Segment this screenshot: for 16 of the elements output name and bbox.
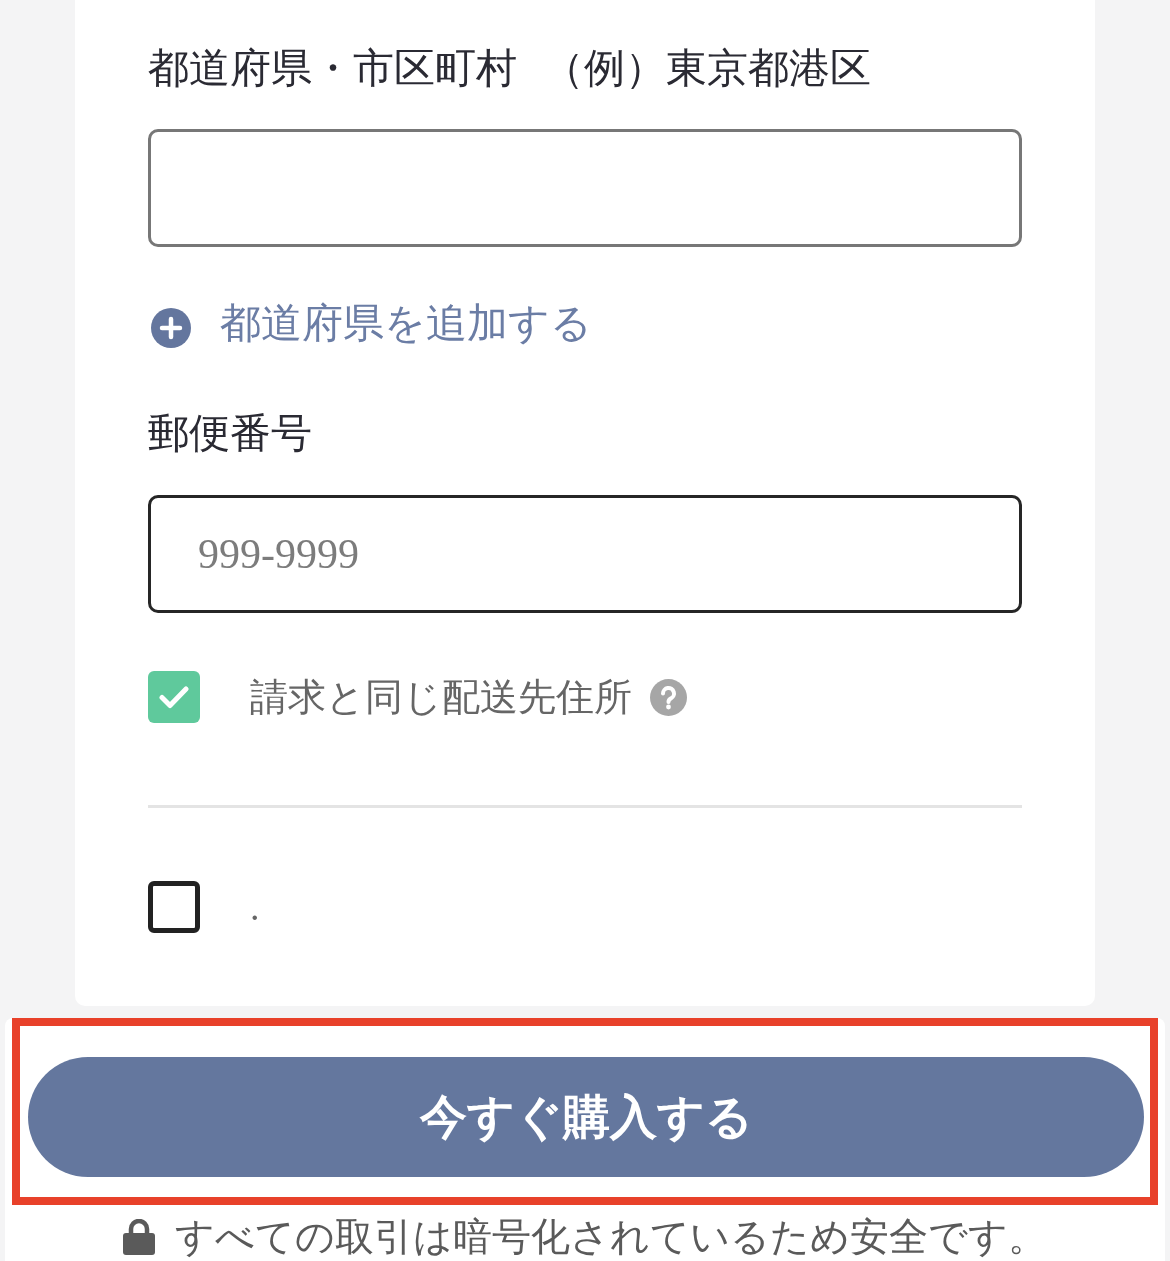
checkbox[interactable] <box>148 881 200 933</box>
postal-code-input[interactable]: 999-9999 <box>148 495 1022 613</box>
security-note: すべての取引は暗号化されているため安全です。 <box>175 1213 1047 1261</box>
help-icon[interactable] <box>650 678 687 716</box>
checkbox-label: 請求と同じ配送先住所 <box>250 675 632 720</box>
checkbox[interactable] <box>148 671 200 723</box>
example-hint: （例）東京都港区 <box>543 44 871 92</box>
plus-circle-icon <box>151 308 191 348</box>
add-prefecture-link[interactable]: 都道府県を追加する <box>148 299 592 347</box>
checkmark-icon <box>159 685 189 709</box>
address-input[interactable] <box>148 129 1022 247</box>
field-label: 郵便番号 <box>148 409 312 457</box>
lock-icon <box>123 1219 155 1255</box>
buy-now-button[interactable]: 今すぐ購入する <box>28 1057 1144 1177</box>
field-label: 都道府県・市区町村 <box>148 44 517 92</box>
checkbox-label: . <box>250 885 260 930</box>
